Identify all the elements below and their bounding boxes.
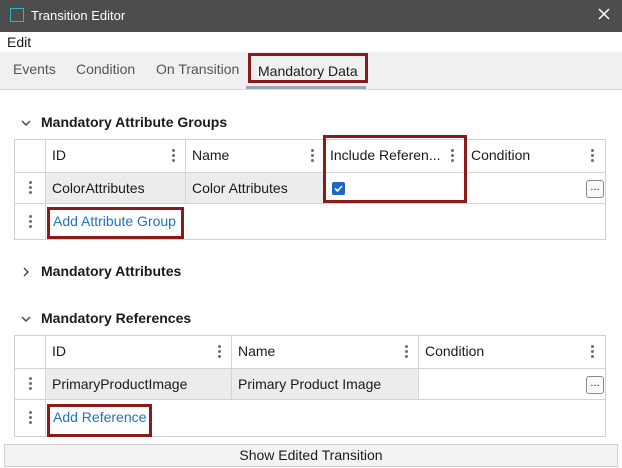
cell-condition[interactable]: ... [465, 173, 605, 203]
drag-handle-icon [29, 215, 33, 229]
condition-ellipsis-button[interactable]: ... [586, 376, 604, 394]
section-header-attribute-groups[interactable]: Mandatory Attribute Groups [0, 112, 400, 134]
include-references-checkbox[interactable] [332, 182, 345, 195]
column-header-name[interactable]: Name [232, 336, 419, 368]
column-menu-icon[interactable] [591, 149, 595, 163]
condition-ellipsis-button[interactable]: ... [586, 180, 604, 198]
cell-condition[interactable]: ... [419, 369, 605, 399]
window-icon [10, 8, 24, 22]
column-menu-icon[interactable] [218, 345, 222, 359]
cell-name[interactable]: Primary Product Image [232, 369, 419, 399]
add-reference-link[interactable]: Add Reference [53, 409, 146, 425]
tab-bar: Events Condition On Transition Mandatory… [0, 52, 622, 90]
title-bar: Transition Editor [0, 0, 622, 32]
chevron-down-icon[interactable] [20, 312, 32, 324]
add-row: Add Attribute Group [15, 204, 605, 239]
section-title: Mandatory Attributes [41, 263, 182, 279]
chevron-right-icon[interactable] [20, 265, 32, 277]
close-icon[interactable] [596, 6, 612, 22]
menu-bar: Edit [0, 32, 622, 52]
tab-on-transition[interactable]: On Transition [156, 61, 239, 77]
tab-mandatory-data[interactable]: Mandatory Data [248, 53, 368, 83]
row-handle-header [15, 336, 46, 368]
cell-name[interactable]: Color Attributes [186, 173, 324, 203]
menu-edit[interactable]: Edit [7, 34, 31, 50]
column-menu-icon[interactable] [311, 149, 315, 163]
table-header: ID Name Include Referen... Condition [15, 140, 605, 173]
window-title: Transition Editor [31, 8, 126, 23]
chevron-down-icon[interactable] [20, 116, 32, 128]
table-header: ID Name Condition [15, 336, 605, 369]
row-handle [15, 400, 46, 436]
column-menu-icon[interactable] [591, 345, 595, 359]
column-header-name[interactable]: Name [186, 140, 324, 172]
references-table: ID Name Condition PrimaryProductImage Pr… [14, 335, 606, 437]
row-handle[interactable] [15, 369, 46, 399]
drag-handle-icon[interactable] [29, 181, 33, 195]
mandatory-data-panel: Mandatory Attribute Groups ID Name Inclu… [0, 91, 622, 443]
drag-handle-icon [29, 411, 33, 425]
column-header-condition[interactable]: Condition [465, 140, 605, 172]
column-menu-icon[interactable] [405, 345, 409, 359]
row-handle[interactable] [15, 173, 46, 203]
cell-id[interactable]: PrimaryProductImage [46, 369, 232, 399]
drag-handle-icon[interactable] [29, 377, 33, 391]
cell-include-references[interactable] [324, 173, 465, 203]
column-header-condition[interactable]: Condition [419, 336, 605, 368]
selected-tab-indicator [246, 86, 366, 89]
attribute-groups-table: ID Name Include Referen... Condition Col… [14, 139, 606, 240]
column-menu-icon[interactable] [451, 149, 455, 163]
column-header-id[interactable]: ID [46, 336, 232, 368]
section-title: Mandatory References [41, 310, 192, 326]
tab-events[interactable]: Events [13, 61, 56, 77]
section-header-references[interactable]: Mandatory References [0, 308, 400, 330]
add-row: Add Reference [15, 400, 605, 436]
table-row[interactable]: ColorAttributes Color Attributes ... [15, 173, 605, 204]
table-row[interactable]: PrimaryProductImage Primary Product Imag… [15, 369, 605, 400]
add-attribute-group-link[interactable]: Add Attribute Group [53, 213, 176, 229]
column-header-id[interactable]: ID [46, 140, 186, 172]
row-handle-header [15, 140, 46, 172]
row-handle [15, 204, 46, 239]
column-header-include-references[interactable]: Include Referen... [324, 140, 465, 172]
tab-condition[interactable]: Condition [76, 61, 135, 77]
section-header-attributes[interactable]: Mandatory Attributes [0, 261, 400, 283]
cell-id[interactable]: ColorAttributes [46, 173, 186, 203]
section-title: Mandatory Attribute Groups [41, 114, 228, 130]
column-menu-icon[interactable] [172, 149, 176, 163]
show-edited-transition-button[interactable]: Show Edited Transition [4, 444, 618, 467]
